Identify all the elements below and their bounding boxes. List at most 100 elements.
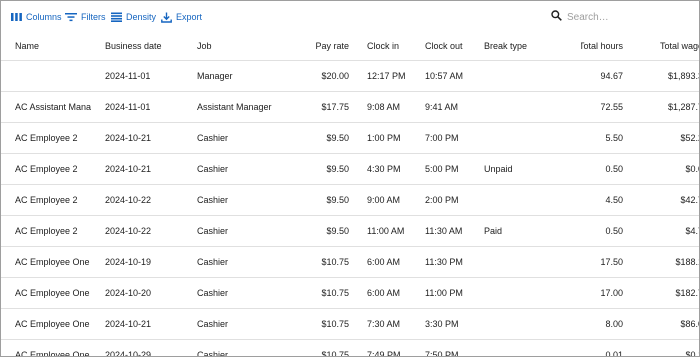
cell-break-type — [484, 92, 554, 122]
cell-job: Cashier — [197, 133, 229, 143]
filters-label: Filters — [81, 12, 106, 22]
cell-name: AC Employee 2 — [15, 195, 78, 205]
cell-clock-in: 7:30 AM — [367, 319, 401, 329]
cell-total-hours: 4.50 — [605, 195, 623, 205]
table-row[interactable]: AC Employee One 2024-10-21 Cashier $10.7… — [1, 309, 699, 340]
cell-break-type — [484, 61, 554, 91]
cell-business-date: 2024-10-21 — [105, 164, 152, 174]
table-row[interactable]: AC Employee One 2024-10-29 Cashier $10.7… — [1, 340, 699, 357]
cell-break-type — [484, 340, 554, 356]
cell-job: Cashier — [197, 319, 229, 329]
filters-button[interactable]: Filters — [65, 9, 106, 25]
cell-break-type — [484, 247, 554, 277]
table-row[interactable]: AC Employee 2 2024-10-21 Cashier $9.50 4… — [1, 154, 699, 185]
column-header-total-hours[interactable]: Total hours — [581, 33, 623, 59]
cell-job: Cashier — [197, 195, 229, 205]
export-icon — [161, 12, 172, 23]
cell-business-date: 2024-10-19 — [105, 257, 152, 267]
cell-total-wage: $188.1 — [675, 257, 699, 267]
cell-business-date: 2024-10-29 — [105, 350, 152, 357]
cell-break-type — [484, 309, 554, 339]
cell-clock-in: 6:00 AM — [367, 257, 401, 267]
cell-break-type: Paid — [484, 226, 503, 236]
table-row[interactable]: AC Employee 2 2024-10-22 Cashier $9.50 1… — [1, 216, 699, 247]
column-header-business-date[interactable]: Business date — [105, 33, 190, 59]
cell-total-hours: 17.00 — [600, 288, 623, 298]
columns-label: Columns — [26, 12, 62, 22]
density-label: Density — [126, 12, 157, 22]
cell-clock-in: 4:30 PM — [367, 164, 401, 174]
cell-name: AC Employee One — [15, 350, 90, 357]
cell-total-hours: 0.50 — [605, 226, 623, 236]
columns-icon — [11, 12, 22, 22]
cell-name: AC Employee One — [15, 319, 90, 329]
cell-name: AC Employee 2 — [15, 226, 78, 236]
cell-clock-out: 10:57 AM — [425, 71, 464, 81]
cell-name: AC Employee 2 — [15, 164, 78, 174]
cell-business-date: 2024-11-01 — [105, 102, 151, 112]
density-icon — [111, 12, 122, 22]
table-row[interactable]: AC Employee One 2024-10-19 Cashier $10.7… — [1, 247, 699, 278]
column-header-job[interactable]: Job — [197, 33, 307, 59]
cell-total-hours: 72.55 — [600, 102, 623, 112]
column-header-clock-out[interactable]: Clock out — [425, 33, 480, 59]
cell-total-wage: $52.2 — [680, 133, 699, 143]
cell-business-date: 2024-10-21 — [105, 133, 152, 143]
column-header-clock-in[interactable]: Clock in — [367, 33, 422, 59]
export-button[interactable]: Export — [161, 9, 202, 25]
column-header-pay-rate[interactable]: Pay rate — [301, 33, 349, 59]
cell-clock-out: 11:30 PM — [425, 257, 463, 267]
cell-total-wage: $4.7 — [685, 226, 699, 236]
cell-total-wage: $1,893.3 — [667, 71, 700, 81]
cell-name: AC Assistant Mana — [15, 102, 92, 112]
cell-business-date: 2024-11-01 — [105, 71, 151, 81]
cell-total-wage: $182.7 — [675, 288, 699, 298]
search-input[interactable] — [567, 11, 677, 23]
cell-job: Cashier — [197, 164, 229, 174]
column-header-name[interactable]: Name — [15, 33, 95, 59]
cell-clock-in: 7:49 PM — [367, 350, 401, 357]
cell-total-hours: 8.00 — [605, 319, 623, 329]
table-row[interactable]: AC Employee 2 2024-10-21 Cashier $9.50 1… — [1, 123, 699, 154]
cell-clock-in: 9:08 AM — [367, 102, 401, 112]
cell-clock-out: 7:00 PM — [425, 133, 459, 143]
table-row[interactable]: AC Employee 2 2024-10-22 Cashier $9.50 9… — [1, 185, 699, 216]
table-header-row: Name Business date Job Pay rate Clock in… — [1, 33, 699, 61]
timesheet-table: Name Business date Job Pay rate Clock in… — [1, 33, 699, 357]
cell-clock-out: 11:30 AM — [425, 226, 463, 236]
cell-pay-rate: $9.50 — [326, 133, 349, 143]
columns-button[interactable]: Columns — [11, 9, 62, 25]
cell-clock-in: 12:17 PM — [367, 71, 406, 81]
cell-clock-in: 6:00 AM — [367, 288, 401, 298]
table-row[interactable]: AC Employee One 2024-10-20 Cashier $10.7… — [1, 278, 699, 309]
cell-business-date: 2024-10-22 — [105, 195, 152, 205]
cell-job: Manager — [197, 71, 233, 81]
search-icon — [551, 10, 562, 24]
cell-total-wage: $0.1 — [685, 350, 699, 357]
cell-name: AC Employee One — [15, 257, 90, 267]
cell-business-date: 2024-10-22 — [105, 226, 152, 236]
cell-job: Cashier — [197, 257, 229, 267]
table-row[interactable]: AC Assistant Mana 2024-11-01 Assistant M… — [1, 92, 699, 123]
cell-pay-rate: $10.75 — [321, 288, 349, 298]
cell-pay-rate: $10.75 — [321, 350, 349, 357]
cell-total-hours: 0.01 — [605, 350, 623, 357]
table-row[interactable]: 2024-11-01 Manager $20.00 12:17 PM 10:57… — [1, 61, 699, 92]
column-header-total-wage[interactable]: Total wage — [641, 33, 699, 59]
cell-pay-rate: $17.75 — [321, 102, 349, 112]
cell-total-wage: $1,287.7 — [667, 102, 700, 112]
density-button[interactable]: Density — [111, 9, 156, 25]
search-box — [551, 7, 691, 27]
column-header-break-type[interactable]: Break type — [484, 33, 554, 59]
cell-pay-rate: $9.50 — [326, 164, 349, 174]
cell-pay-rate: $20.00 — [321, 71, 349, 81]
export-label: Export — [176, 12, 203, 22]
cell-clock-out: 9:41 AM — [425, 102, 459, 112]
cell-pay-rate: $9.50 — [326, 226, 349, 236]
data-grid-panel: Columns Filters Density Export Search… N… — [0, 0, 700, 357]
grid-toolbar: Columns Filters Density Export — [1, 1, 699, 33]
cell-clock-in: 11:00 AM — [367, 226, 405, 236]
cell-clock-out: 7:50 PM — [425, 350, 459, 357]
cell-name: AC Employee 2 — [15, 133, 78, 143]
cell-job: Cashier — [197, 350, 229, 357]
